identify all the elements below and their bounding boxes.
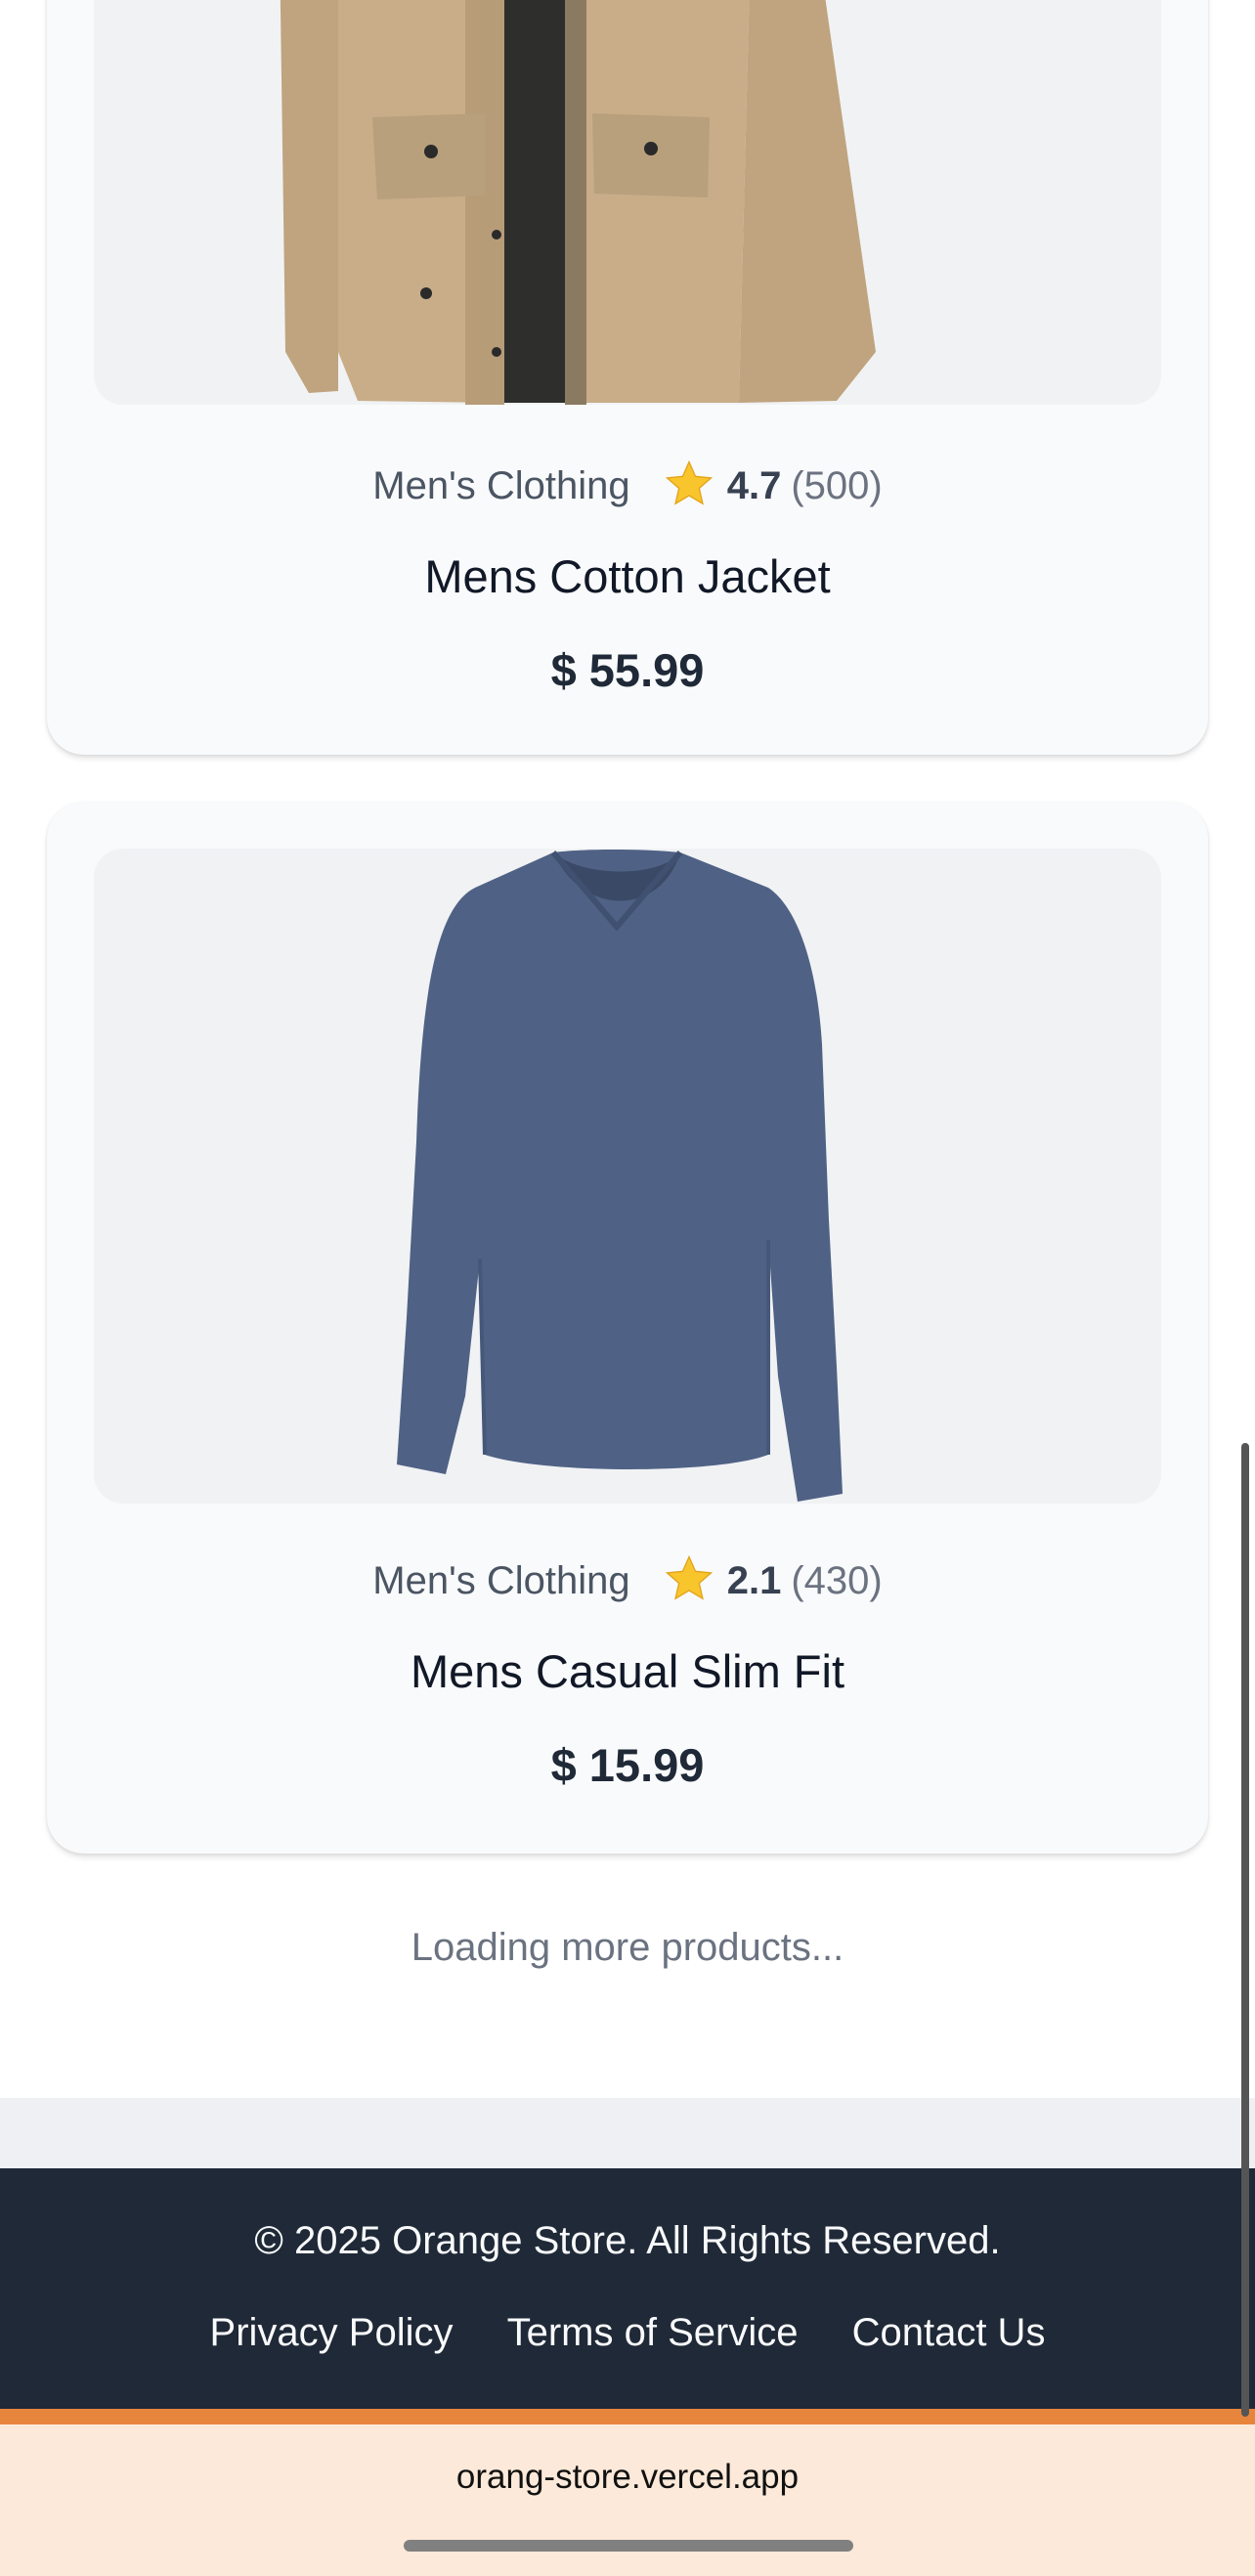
rating-count: (500) bbox=[791, 464, 883, 507]
product-meta: Men's Clothing 4.7 (500) bbox=[47, 458, 1208, 510]
product-card[interactable]: Men's Clothing 4.7 (500) Mens Cotton Jack… bbox=[47, 0, 1208, 755]
product-image[interactable] bbox=[94, 0, 1161, 405]
product-category: Men's Clothing bbox=[372, 464, 630, 507]
url-text[interactable]: orang-store.vercel.app bbox=[0, 2458, 1255, 2497]
site-footer: © 2025 Orange Store. All Rights Reserved… bbox=[0, 2168, 1255, 2409]
product-price: $ 55.99 bbox=[550, 644, 705, 696]
rating-count: (430) bbox=[791, 1559, 883, 1602]
product-price: $ 15.99 bbox=[550, 1739, 705, 1791]
terms-of-service-link[interactable]: Terms of Service bbox=[507, 2311, 799, 2354]
home-indicator[interactable] bbox=[404, 2540, 853, 2552]
product-image[interactable] bbox=[94, 849, 1161, 1504]
privacy-policy-link[interactable]: Privacy Policy bbox=[210, 2311, 454, 2354]
product-title[interactable]: Mens Cotton Jacket bbox=[47, 549, 1208, 603]
long-sleeve-shirt-image bbox=[397, 850, 843, 1502]
copyright-text: © 2025 Orange Store. All Rights Reserved… bbox=[254, 2219, 1001, 2262]
star-icon bbox=[665, 459, 713, 505]
product-rating: 4.7 bbox=[726, 464, 782, 507]
progress-accent-bar bbox=[0, 2409, 1255, 2424]
jacket-image bbox=[280, 0, 876, 405]
loading-indicator: Loading more products... bbox=[411, 1926, 844, 1969]
contact-us-link[interactable]: Contact Us bbox=[852, 2311, 1046, 2354]
footer-spacer bbox=[0, 2098, 1255, 2168]
browser-url-bar[interactable]: orang-store.vercel.app bbox=[0, 2424, 1255, 2576]
product-title[interactable]: Mens Casual Slim Fit bbox=[47, 1644, 1208, 1698]
scrollbar[interactable] bbox=[1241, 1443, 1249, 2417]
product-card[interactable]: Men's Clothing 2.1 (430) Mens Casual Slim… bbox=[47, 802, 1208, 1854]
footer-links: Privacy Policy Terms of Service Contact … bbox=[0, 2311, 1255, 2355]
product-meta: Men's Clothing 2.1 (430) bbox=[47, 1552, 1208, 1605]
product-category: Men's Clothing bbox=[372, 1559, 630, 1602]
star-icon bbox=[665, 1554, 713, 1600]
product-rating: 2.1 bbox=[726, 1559, 782, 1602]
